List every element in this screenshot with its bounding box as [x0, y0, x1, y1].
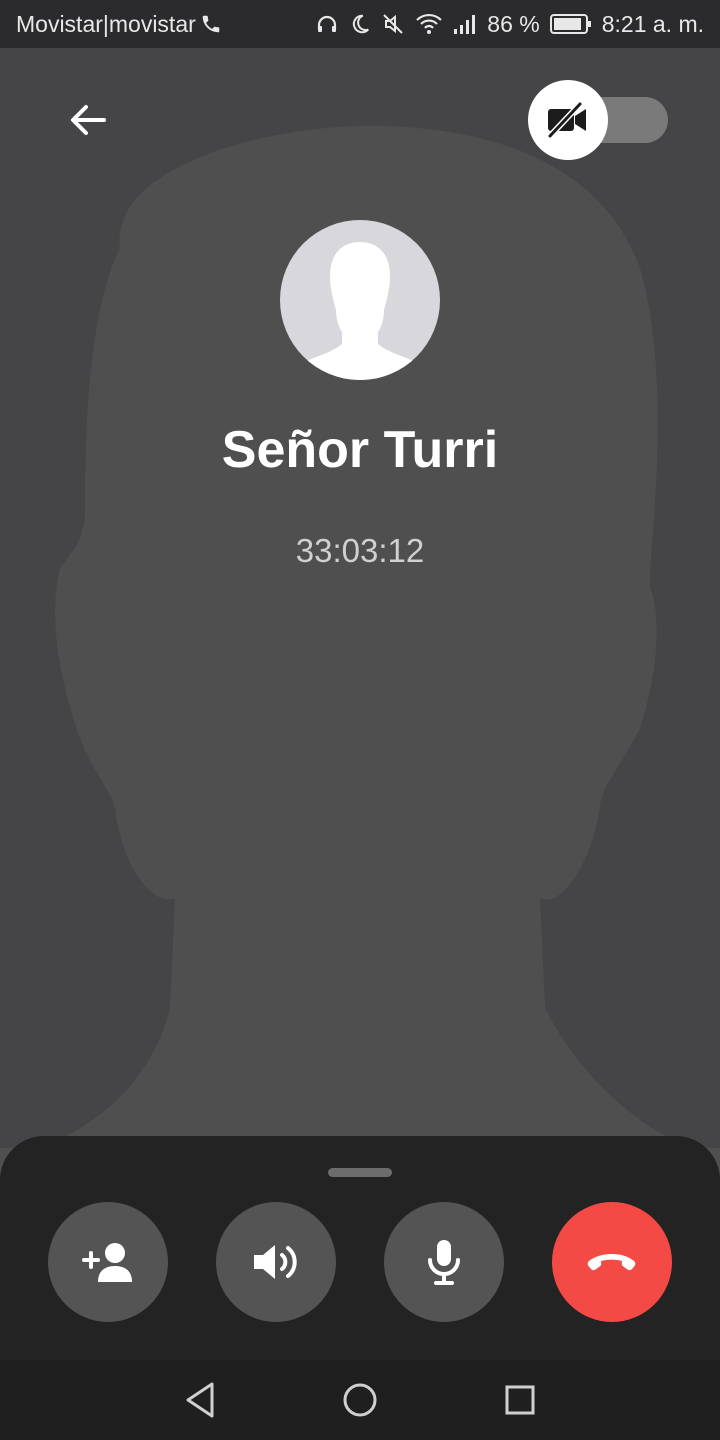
nav-recents-button[interactable] — [492, 1376, 548, 1424]
hang-up-icon — [587, 1254, 636, 1271]
battery-percent: 86 % — [487, 10, 540, 37]
sheet-drag-handle[interactable] — [328, 1168, 392, 1177]
home-nav-icon — [343, 1383, 377, 1417]
nav-home-button[interactable] — [332, 1376, 388, 1424]
back-button[interactable] — [56, 92, 120, 148]
muted-icon — [381, 12, 405, 36]
caller-avatar — [280, 220, 440, 380]
mute-button[interactable] — [384, 1202, 504, 1322]
navigation-bar — [0, 1360, 720, 1440]
add-participant-button[interactable] — [48, 1202, 168, 1322]
carrier-label: Movistar|movistar — [16, 10, 196, 37]
video-toggle[interactable] — [528, 80, 668, 160]
nav-back-button[interactable] — [172, 1376, 228, 1424]
microphone-icon — [428, 1240, 460, 1285]
caller-name: Señor Turri — [221, 421, 499, 479]
speaker-icon — [254, 1245, 297, 1279]
moon-icon — [349, 13, 371, 35]
arrow-left-icon — [71, 105, 106, 135]
video-toggle-knob — [528, 80, 608, 160]
phone-icon — [200, 13, 222, 35]
end-call-button[interactable] — [552, 1202, 672, 1322]
video-off-icon — [547, 101, 586, 139]
headphones-icon — [315, 12, 339, 36]
signal-icon — [453, 13, 477, 35]
add-person-icon — [82, 1243, 132, 1282]
person-silhouette-icon — [284, 242, 436, 380]
recents-nav-icon — [505, 1385, 535, 1415]
clock: 8:21 a. m. — [601, 10, 704, 37]
battery-icon — [549, 13, 592, 35]
status-right: 86 % 8:21 a. m. — [315, 11, 704, 38]
back-nav-icon — [186, 1382, 214, 1418]
status-left: Movistar|movistar — [16, 11, 222, 38]
status-bar: Movistar|movistar 86 % 8:21 a. m. — [0, 0, 720, 48]
speaker-button[interactable] — [216, 1202, 336, 1322]
wifi-icon — [415, 12, 443, 36]
call-duration: 33:03:12 — [295, 532, 425, 569]
